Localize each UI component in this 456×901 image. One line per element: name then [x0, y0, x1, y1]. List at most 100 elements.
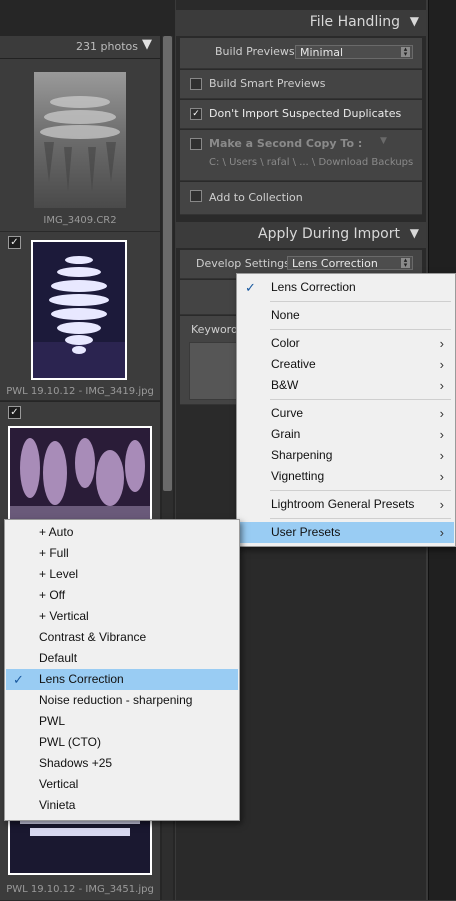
photo-thumbnail[interactable] — [31, 240, 127, 380]
file-handling-title: File Handling — [309, 14, 400, 30]
photo-thumbnail[interactable] — [8, 426, 152, 522]
menu-item-user-presets[interactable]: User Presets › — [238, 522, 454, 543]
menu-item-label: Creative — [271, 357, 316, 371]
menu-item-color[interactable]: Color › — [238, 333, 454, 354]
menu-separator — [270, 399, 451, 400]
photo-caption: IMG_3409.CR2 — [43, 215, 117, 226]
menu-separator — [270, 518, 451, 519]
preset-item-auto[interactable]: + Auto — [6, 522, 238, 543]
menu-item-label: B&W — [271, 378, 299, 392]
second-copy-checkbox[interactable] — [190, 138, 202, 150]
build-previews-row: Build Previews Minimal ▴ ▾ — [180, 38, 422, 69]
menu-item-lens-correction[interactable]: ✓ Lens Correction — [238, 277, 454, 298]
submenu-arrow-icon: › — [439, 336, 444, 351]
photo-checkbox[interactable]: ✓ — [8, 236, 21, 249]
submenu-arrow-icon: › — [439, 357, 444, 372]
second-copy-row[interactable]: Make a Second Copy To : ▼ C: \ Users \ r… — [180, 130, 422, 181]
menu-item-label: + Vertical — [39, 609, 89, 623]
thumbnail-cell[interactable]: ✓ PWL 19.10.12 - IMG_3419.jpg — [0, 232, 160, 401]
menu-item-label: PWL — [39, 714, 66, 728]
preset-item-full[interactable]: + Full — [6, 543, 238, 564]
preset-item-contrast-vibrance[interactable]: Contrast & Vibrance — [6, 627, 238, 648]
preset-item-vinieta[interactable]: Vinieta — [6, 795, 238, 816]
chandelier-night-image — [33, 242, 125, 378]
build-previews-select[interactable]: Minimal ▴ ▾ — [295, 45, 413, 59]
add-collection-row[interactable]: Add to Collection — [180, 182, 422, 215]
sort-menu-arrow-icon[interactable]: ▼ — [142, 37, 152, 52]
crystal-chandelier-image — [10, 428, 150, 520]
menu-item-label: Default — [39, 651, 78, 665]
file-handling-header[interactable]: File Handling ▼ — [176, 10, 426, 36]
preset-item-lens-correction[interactable]: ✓ Lens Correction — [6, 669, 238, 690]
preset-item-default[interactable]: Default — [6, 648, 238, 669]
submenu-arrow-icon: › — [439, 448, 444, 463]
submenu-arrow-icon: › — [439, 525, 444, 540]
second-copy-path[interactable]: C: \ Users \ rafal \ ... \ Download Back… — [209, 157, 413, 168]
menu-item-label: Vertical — [39, 777, 79, 791]
preset-item-shadows[interactable]: Shadows +25 — [6, 753, 238, 774]
menu-item-label: + Off — [39, 588, 66, 602]
build-previews-label: Build Previews — [215, 45, 295, 58]
preset-item-noise-reduction[interactable]: Noise reduction - sharpening — [6, 690, 238, 711]
scrollbar-thumb[interactable] — [163, 36, 172, 491]
add-collection-checkbox[interactable] — [190, 190, 202, 202]
menu-separator — [270, 329, 451, 330]
submenu-arrow-icon: › — [439, 427, 444, 442]
smart-previews-row[interactable]: Build Smart Previews — [180, 70, 422, 99]
develop-settings-label: Develop Settings — [196, 257, 290, 270]
menu-item-label: + Auto — [39, 525, 74, 539]
submenu-arrow-icon: › — [439, 406, 444, 421]
menu-item-label: Curve — [271, 406, 304, 420]
preset-item-pwl-cto[interactable]: PWL (CTO) — [6, 732, 238, 753]
filmstrip-header: 231 photos ▼ — [0, 36, 160, 59]
menu-item-label: Grain — [271, 427, 301, 441]
menu-item-bw[interactable]: B&W › — [238, 375, 454, 396]
photo-checkbox[interactable]: ✓ — [8, 406, 21, 419]
menu-item-label: Lightroom General Presets — [271, 497, 415, 511]
menu-item-label: + Full — [39, 546, 69, 560]
menu-separator — [270, 490, 451, 491]
preset-item-vertical-plus[interactable]: + Vertical — [6, 606, 238, 627]
preset-item-off[interactable]: + Off — [6, 585, 238, 606]
preset-item-vertical[interactable]: Vertical — [6, 774, 238, 795]
menu-item-sharpening[interactable]: Sharpening › — [238, 445, 454, 466]
preset-item-pwl[interactable]: PWL — [6, 711, 238, 732]
menu-separator — [270, 301, 451, 302]
collapse-triangle-icon[interactable]: ▼ — [410, 14, 419, 28]
menu-item-label: Noise reduction - sharpening — [39, 693, 193, 707]
thumbnail-cell[interactable]: IMG_3409.CR2 — [0, 59, 160, 232]
menu-item-curve[interactable]: Curve › — [238, 403, 454, 424]
develop-settings-select[interactable]: Lens Correction ▴ ▾ — [287, 256, 413, 270]
submenu-arrow-icon: › — [439, 469, 444, 484]
menu-item-label: Sharpening — [271, 448, 333, 462]
preset-item-level[interactable]: + Level — [6, 564, 238, 585]
menu-item-label: Lens Correction — [271, 280, 356, 294]
spinner-arrows-icon: ▴ ▾ — [401, 46, 410, 58]
smart-previews-checkbox[interactable] — [190, 78, 202, 90]
path-menu-arrow-icon[interactable]: ▼ — [380, 136, 387, 146]
user-presets-submenu: + Auto + Full + Level + Off + Vertical C… — [4, 519, 240, 821]
collapse-triangle-icon[interactable]: ▼ — [410, 226, 419, 240]
menu-item-label: Color — [271, 336, 300, 350]
menu-item-label: User Presets — [271, 525, 341, 539]
menu-item-label: Vignetting — [271, 469, 325, 483]
photo-thumbnail[interactable] — [34, 72, 126, 208]
menu-item-creative[interactable]: Creative › — [238, 354, 454, 375]
apply-during-import-header[interactable]: Apply During Import ▼ — [176, 222, 426, 248]
menu-item-label: PWL (CTO) — [39, 735, 101, 749]
menu-item-none[interactable]: None — [238, 305, 454, 326]
build-previews-value: Minimal — [300, 46, 344, 59]
no-duplicates-checkbox[interactable]: ✓ — [190, 108, 202, 120]
apply-during-import-title: Apply During Import — [258, 226, 400, 242]
menu-item-lightroom-general-presets[interactable]: Lightroom General Presets › — [238, 494, 454, 515]
photo-caption: PWL 19.10.12 - IMG_3451.jpg — [6, 884, 154, 895]
menu-item-label: Shadows +25 — [39, 756, 113, 770]
smart-previews-label: Build Smart Previews — [209, 77, 326, 90]
menu-item-grain[interactable]: Grain › — [238, 424, 454, 445]
keywords-label: Keyword — [191, 323, 238, 336]
checkmark-icon: ✓ — [13, 672, 24, 687]
no-duplicates-row[interactable]: ✓ Don't Import Suspected Duplicates — [180, 100, 422, 129]
submenu-arrow-icon: › — [439, 378, 444, 393]
submenu-arrow-icon: › — [439, 497, 444, 512]
menu-item-vignetting[interactable]: Vignetting › — [238, 466, 454, 487]
